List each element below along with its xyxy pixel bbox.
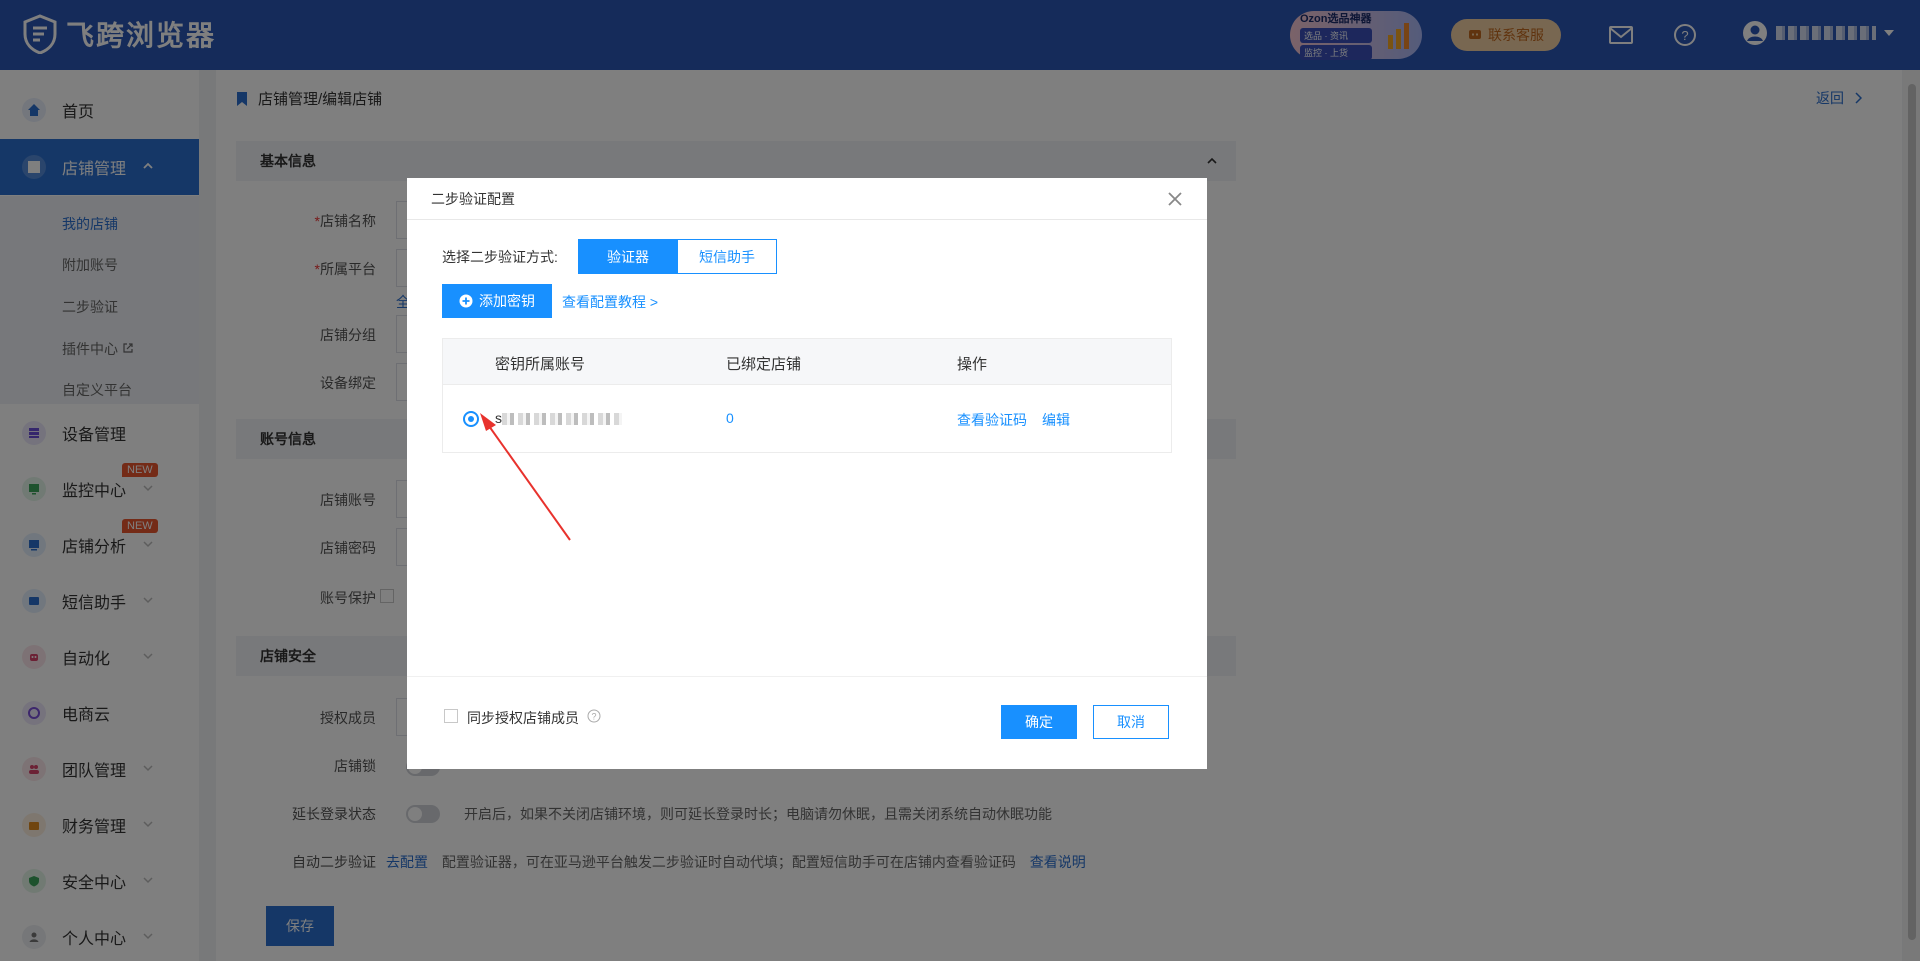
plus-circle-icon bbox=[459, 294, 473, 308]
add-key-button[interactable]: 添加密钥 bbox=[442, 284, 552, 318]
confirm-button[interactable]: 确定 bbox=[1001, 705, 1077, 739]
column-header: 操作 bbox=[957, 356, 988, 373]
method-label: 选择二步验证方式: bbox=[442, 249, 558, 265]
dialog-title: 二步验证配置 bbox=[431, 190, 515, 207]
bound-stores-count[interactable]: 0 bbox=[726, 410, 734, 426]
question-circle-icon[interactable]: ? bbox=[587, 709, 601, 723]
add-key-label: 添加密钥 bbox=[479, 293, 535, 309]
edit-link[interactable]: 编辑 bbox=[1042, 410, 1070, 430]
method-authenticator-button[interactable]: 验证器 bbox=[578, 239, 678, 274]
view-tutorial-link[interactable]: 查看配置教程 > bbox=[562, 292, 658, 312]
close-icon[interactable] bbox=[1165, 189, 1185, 209]
annotation-arrow-icon bbox=[480, 413, 571, 541]
column-header: 已绑定店铺 bbox=[726, 356, 802, 373]
footer-divider bbox=[407, 676, 1207, 677]
view-code-link[interactable]: 查看验证码 bbox=[957, 410, 1027, 430]
sync-members-checkbox[interactable] bbox=[444, 709, 458, 723]
sync-members-label: 同步授权店铺成员 bbox=[467, 710, 579, 726]
method-sms-assistant-button[interactable]: 短信助手 bbox=[677, 239, 777, 274]
dialog-header: 二步验证配置 bbox=[407, 178, 1207, 220]
column-header: 密钥所属账号 bbox=[495, 356, 586, 373]
table-header: 密钥所属账号 已绑定店铺 操作 bbox=[443, 339, 1171, 385]
svg-text:?: ? bbox=[591, 712, 596, 722]
cancel-button[interactable]: 取消 bbox=[1093, 705, 1169, 739]
